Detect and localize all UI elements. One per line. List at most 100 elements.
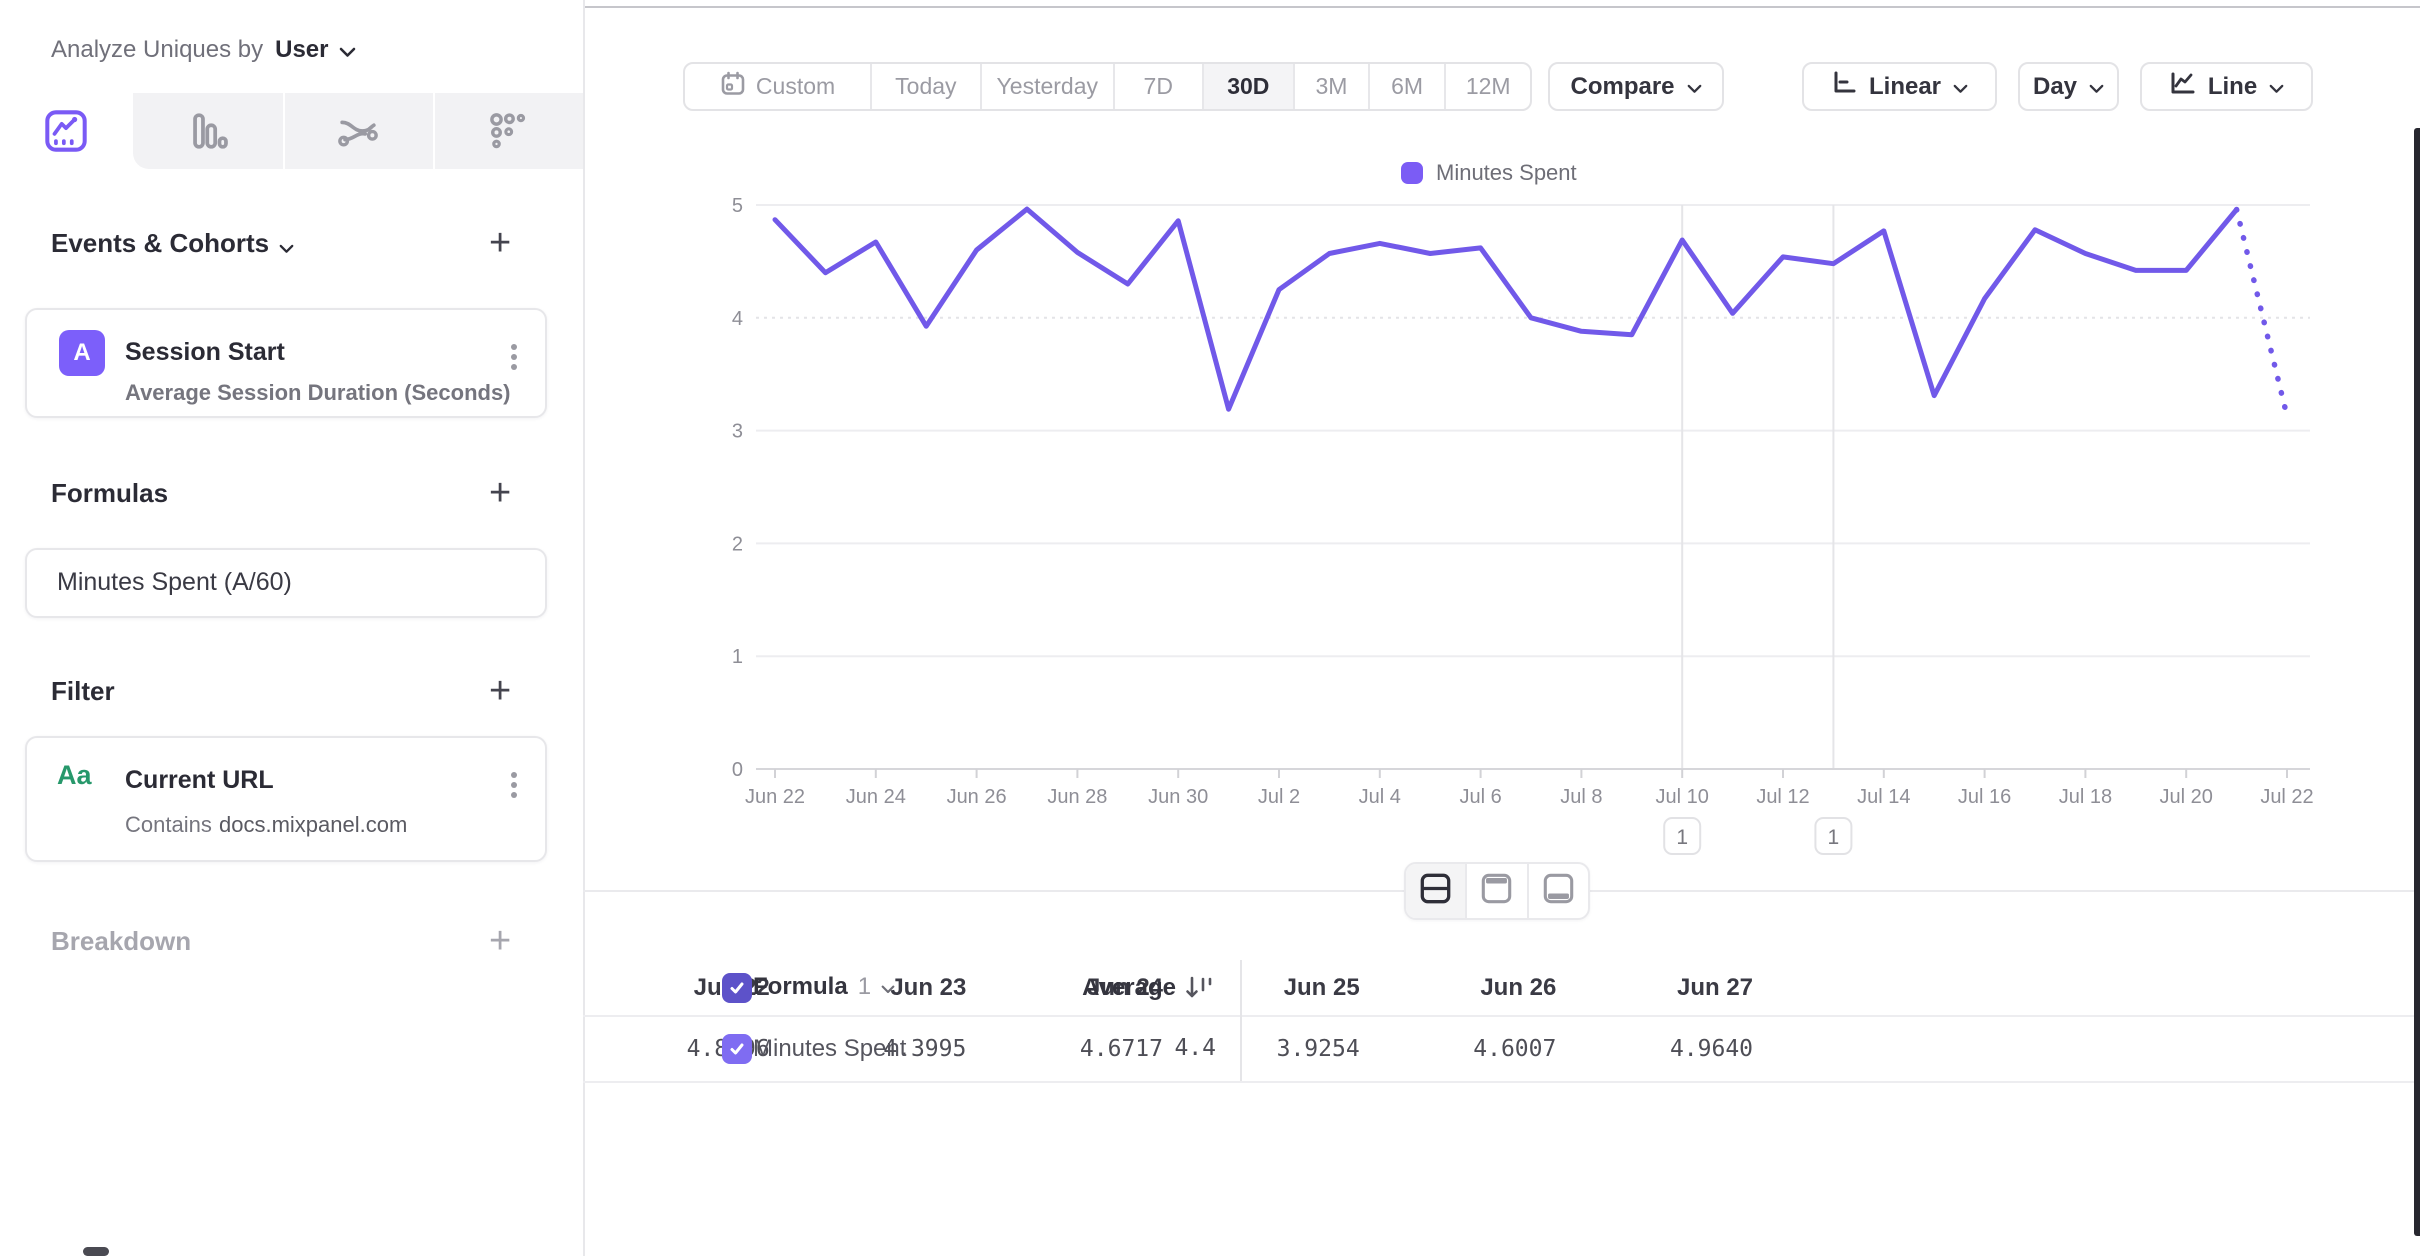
row-average-value: 4.4 (1026, 1035, 1216, 1061)
view-toggle-group (1404, 862, 1590, 920)
add-event-button[interactable]: + (489, 224, 511, 262)
compare-label: Compare (1570, 73, 1674, 101)
date-range-6m[interactable]: 6M (1368, 64, 1445, 109)
x-axis-label: Jul 14 (1857, 786, 1910, 808)
analyze-uniques-label: Analyze Uniques by (51, 36, 263, 63)
kebab-menu-icon[interactable] (511, 768, 519, 802)
bottom-panel-view-toggle[interactable] (1527, 864, 1588, 918)
calendar-icon (720, 71, 746, 103)
date-range-label: Today (895, 73, 956, 100)
filter-value[interactable]: docs.mixpanel.com (219, 812, 407, 838)
y-axis-label: 3 (732, 421, 743, 443)
formula-card[interactable]: Minutes Spent (A/60) (25, 548, 547, 618)
y-axis-label: 1 (732, 646, 743, 668)
date-range-12m[interactable]: 12M (1444, 64, 1530, 109)
tab-insights[interactable] (43, 108, 89, 154)
interval-label: Day (2033, 73, 2077, 101)
row-checkbox[interactable] (722, 1034, 752, 1064)
date-range-custom[interactable]: Custom (685, 64, 870, 109)
annotation-count: 1 (1676, 826, 1688, 849)
bottom-panel-icon (1542, 872, 1575, 910)
chevron-down-icon (2089, 73, 2104, 101)
chevron-down-icon (279, 230, 294, 261)
events-cohorts-label: Events & Cohorts (51, 228, 269, 258)
date-range-label: Custom (756, 73, 835, 100)
average-column-header[interactable]: Average (983, 974, 1176, 1002)
x-axis-label: Jun 22 (745, 786, 805, 808)
x-axis-label: Jun 30 (1148, 786, 1208, 808)
kebab-menu-icon[interactable] (511, 340, 519, 374)
line-chart[interactable]: 11Jun 22Jun 24Jun 26Jun 28Jun 30Jul 2Jul… (583, 120, 2420, 890)
x-axis-label: Jul 10 (1656, 786, 1709, 808)
string-property-icon: Aa (57, 760, 92, 791)
add-breakdown-button[interactable]: + (489, 922, 511, 960)
chart-type-dropdown[interactable]: Line (2140, 62, 2313, 111)
y-axis-label: 0 (732, 759, 743, 781)
query-builder-sidebar: Analyze Uniques byUser Events & Cohorts … (0, 0, 585, 1256)
line-chart-icon (2169, 70, 2196, 104)
right-edge-panel-strip (2414, 128, 2420, 1236)
chart-type-label: Line (2208, 73, 2257, 101)
series-line-incomplete-segment[interactable] (2237, 210, 2287, 416)
formula-expression[interactable]: Minutes Spent (A/60) (57, 568, 292, 597)
date-column-header: Jun 26 (1370, 960, 1567, 1015)
compare-button[interactable]: Compare (1548, 62, 1724, 111)
add-formula-button[interactable]: + (489, 474, 511, 512)
chevron-down-icon (339, 37, 356, 65)
x-axis-label: Jul 8 (1560, 786, 1602, 808)
tab-retention[interactable] (485, 108, 531, 154)
date-range-label: 3M (1315, 73, 1347, 100)
events-cohorts-header[interactable]: Events & Cohorts (51, 228, 294, 261)
tab-divider (433, 93, 435, 169)
chevron-down-icon (2269, 73, 2284, 101)
split-view-icon (1419, 872, 1452, 910)
x-axis-label: Jun 28 (1047, 786, 1107, 808)
add-filter-button[interactable]: + (489, 672, 511, 710)
table-row-minutes-spent[interactable]: Minutes Spent 4.4 4.86964.39954.67173.92… (583, 1017, 2420, 1083)
event-card-session-start[interactable]: A Session Start Average Session Duration… (25, 308, 547, 418)
top-panel-view-toggle[interactable] (1465, 864, 1526, 918)
filter-property[interactable]: Current URL (125, 766, 274, 795)
tab-flows[interactable] (335, 108, 381, 154)
date-range-today[interactable]: Today (870, 64, 979, 109)
event-title[interactable]: Session Start (125, 338, 285, 367)
flows-icon (335, 141, 381, 158)
x-axis-label: Jul 16 (1958, 786, 2011, 808)
tab-funnels[interactable] (185, 108, 231, 154)
filter-operator[interactable]: Contains (125, 812, 212, 838)
formula-number: 1 (858, 973, 871, 1001)
analyze-uniques-control[interactable]: Analyze Uniques by User (51, 36, 356, 65)
date-range-yesterday[interactable]: Yesterday (980, 64, 1113, 109)
series-line[interactable] (775, 209, 2237, 409)
chevron-down-icon (1953, 73, 1968, 101)
scale-dropdown[interactable]: Linear (1802, 62, 1997, 111)
interval-dropdown[interactable]: Day (2018, 62, 2119, 111)
x-axis-label: Jul 12 (1756, 786, 1809, 808)
event-letter-badge: A (59, 330, 105, 376)
date-range-30d[interactable]: 30D (1202, 64, 1294, 109)
sort-icon[interactable] (1184, 974, 1214, 1007)
chevron-down-icon (881, 973, 895, 1001)
date-column-header: Jun 27 (1566, 960, 1763, 1015)
select-all-checkbox[interactable] (722, 973, 752, 1003)
filter-header: Filter (51, 676, 115, 707)
date-range-label: 30D (1227, 73, 1269, 100)
x-axis-label: Jun 26 (947, 786, 1007, 808)
x-axis-label: Jul 4 (1359, 786, 1401, 808)
mixpanel-insights-screen: Analyze Uniques byUser Events & Cohorts … (0, 0, 2420, 1256)
split-view-toggle[interactable] (1406, 864, 1465, 918)
value-cell: 4.9640 (1566, 1017, 1763, 1081)
formula-column-header[interactable]: Formula 1 (753, 973, 895, 1001)
formula-label: Formula (753, 973, 848, 1001)
row-label: Minutes Spent (753, 1035, 906, 1063)
y-axis-label: 2 (732, 533, 743, 555)
date-range-7d[interactable]: 7D (1113, 64, 1202, 109)
y-axis-label: 4 (732, 308, 743, 330)
breakdown-header: Breakdown (51, 926, 191, 957)
annotation-count: 1 (1828, 826, 1840, 849)
filter-card-current-url[interactable]: Aa Current URL Contains docs.mixpanel.co… (25, 736, 547, 862)
date-range-label: 7D (1144, 73, 1173, 100)
event-aggregation[interactable]: Average Session Duration (Seconds) (125, 380, 511, 406)
analyze-uniques-value[interactable]: User (275, 36, 328, 63)
date-range-3m[interactable]: 3M (1293, 64, 1368, 109)
